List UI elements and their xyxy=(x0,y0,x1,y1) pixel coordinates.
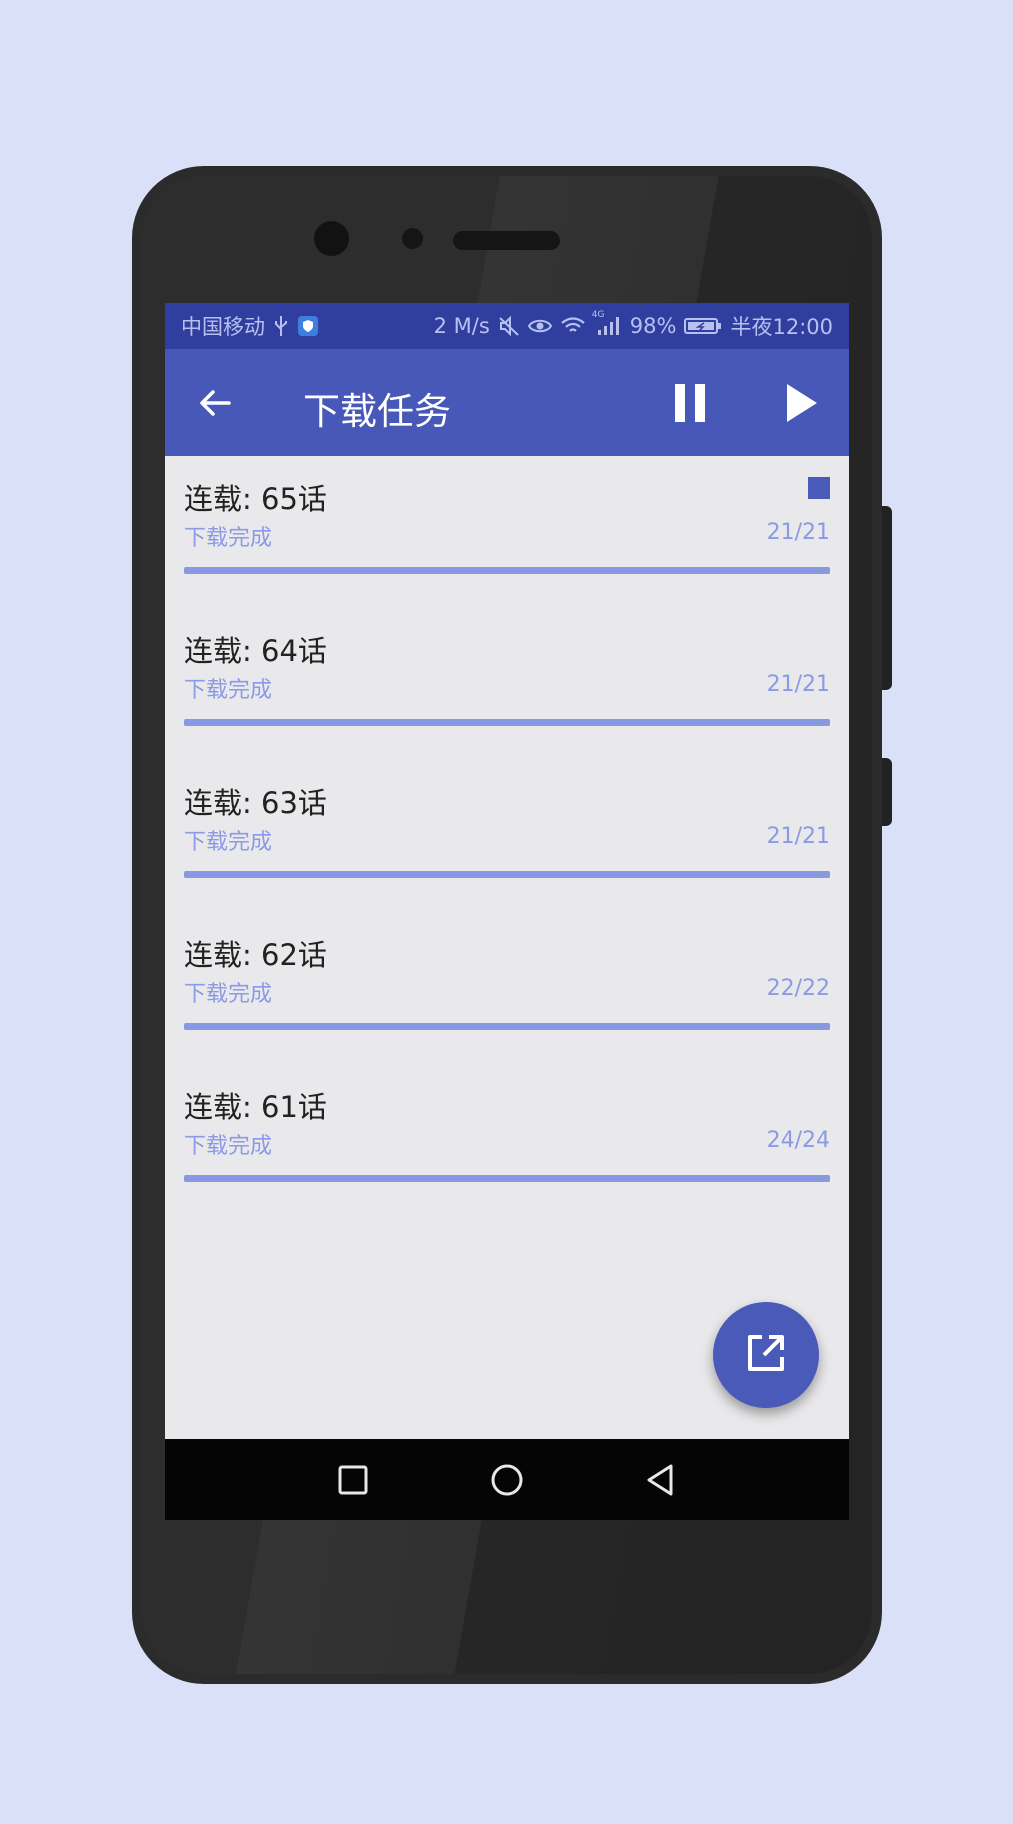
home-icon[interactable] xyxy=(490,1463,524,1497)
task-progress-bar xyxy=(184,1175,830,1182)
recent-apps-icon[interactable] xyxy=(336,1463,370,1497)
task-status: 下载完成 xyxy=(184,982,273,1007)
network-speed: 2 M/s xyxy=(433,314,490,338)
clock: 半夜12:00 xyxy=(730,315,833,339)
task-page-count: 21/21 xyxy=(766,824,830,849)
download-task-item[interactable]: 连载: 61话下载完成 24/24 xyxy=(165,1064,849,1216)
shield-icon xyxy=(297,315,319,337)
download-task-item[interactable]: 连载: 65话下载完成 21/21 xyxy=(165,456,849,608)
wifi-icon xyxy=(560,316,586,336)
carrier-label: 中国移动 xyxy=(181,315,265,339)
back-icon[interactable] xyxy=(644,1463,678,1497)
task-page-count: 21/21 xyxy=(766,520,830,545)
open-external-fab[interactable] xyxy=(713,1302,819,1408)
task-title: 连载: 62话 xyxy=(184,938,327,972)
battery-percent: 98% xyxy=(629,314,677,338)
pause-icon[interactable] xyxy=(671,381,711,425)
task-status: 下载完成 xyxy=(184,1134,273,1159)
mute-icon xyxy=(498,315,520,337)
play-icon[interactable] xyxy=(781,381,821,425)
system-navigation-bar xyxy=(165,1439,849,1520)
task-page-count: 24/24 xyxy=(766,1128,830,1153)
app-screen: 中国移动 2 M/s 4G 98% 半夜12:00 下载任务 连载: 65话 下… xyxy=(165,303,849,1520)
eye-comfort-icon xyxy=(527,317,552,335)
signal-icon: 4G xyxy=(592,310,622,336)
power-button xyxy=(882,758,892,826)
task-title: 连载: 63话 xyxy=(184,786,327,820)
download-task-item[interactable]: 连载: 63话下载完成 21/21 xyxy=(165,760,849,912)
task-status: 下载完成 xyxy=(184,678,273,703)
front-camera xyxy=(314,221,349,256)
task-progress-bar xyxy=(184,871,830,878)
task-progress-bar xyxy=(184,719,830,726)
selected-indicator[interactable] xyxy=(808,477,830,499)
download-task-item[interactable]: 连载: 64话下载完成 21/21 xyxy=(165,608,849,760)
task-page-count: 22/22 xyxy=(766,976,830,1001)
page-title: 下载任务 xyxy=(303,390,451,433)
network-type: 4G xyxy=(591,310,605,320)
proximity-sensor xyxy=(402,228,423,249)
task-status: 下载完成 xyxy=(184,526,273,551)
task-page-count: 21/21 xyxy=(766,672,830,697)
app-toolbar: 下载任务 xyxy=(165,349,849,456)
task-title: 连载: 65话 xyxy=(184,482,327,516)
task-status: 下载完成 xyxy=(184,830,273,855)
earpiece-speaker xyxy=(453,231,560,250)
download-task-list: 连载: 65话 下载完成 21/21 连载: 64话 下载完成 21/21 连载: 63话下… xyxy=(165,456,849,1216)
task-progress-bar xyxy=(184,1023,830,1030)
status-bar: 中国移动 2 M/s 4G 98% 半夜12:00 xyxy=(165,303,849,349)
download-task-item[interactable]: 连载: 62话下载完成 22/22 xyxy=(165,912,849,1064)
back-arrow-icon[interactable] xyxy=(195,383,235,423)
battery-icon xyxy=(684,316,722,336)
task-title: 连载: 61话 xyxy=(184,1090,327,1124)
usb-icon xyxy=(273,315,289,337)
task-progress-bar xyxy=(184,567,830,574)
task-title: 连载: 64话 xyxy=(184,634,327,668)
open-external-icon xyxy=(745,1332,787,1378)
volume-button xyxy=(882,506,892,690)
